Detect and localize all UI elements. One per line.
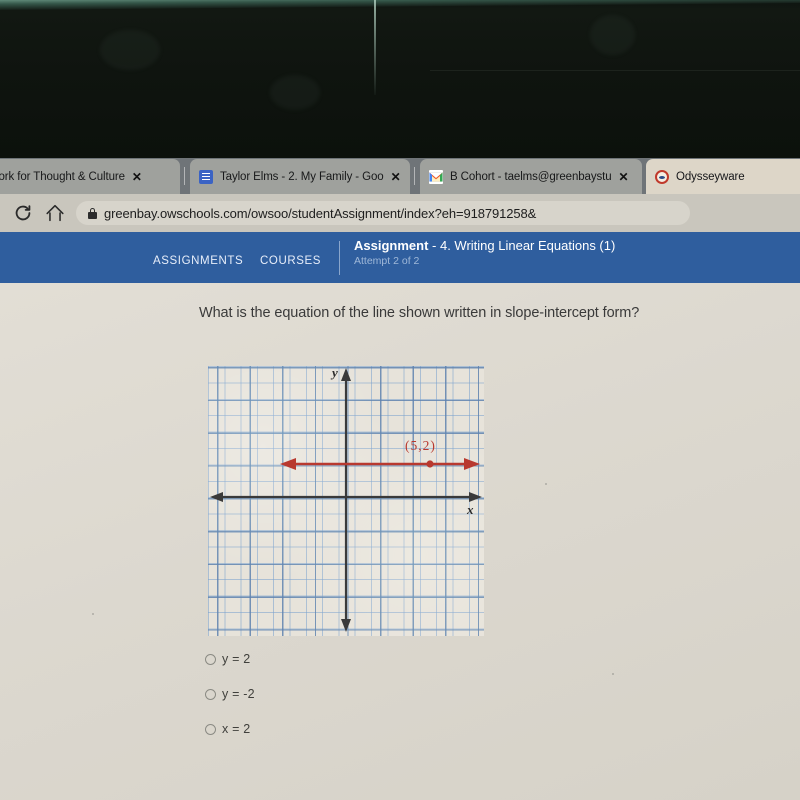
answer-option-label: y = 2 <box>222 652 251 666</box>
answer-option-1[interactable]: y = -2 <box>205 687 255 701</box>
browser-tab-strip: sswork for Thought & Culture ✕ Taylor El… <box>0 158 800 194</box>
google-docs-icon <box>199 169 213 184</box>
tab-separator <box>184 167 185 185</box>
tab-title: Taylor Elms - 2. My Family - Goo <box>220 170 384 183</box>
nav-divider <box>339 241 340 275</box>
bezel-smudge <box>270 75 320 110</box>
y-axis <box>341 368 351 632</box>
assignments-label: ASSIGNMENTS <box>153 255 244 267</box>
assignment-name: - 4. Writing Linear Equations (1) <box>432 238 616 253</box>
browser-tab-2[interactable]: B Cohort - taelms@greenbaystu ✕ <box>420 159 642 194</box>
tab-close-icon[interactable]: ✕ <box>132 171 142 183</box>
answer-option-0[interactable]: y = 2 <box>205 652 255 666</box>
assignment-heading: Assignment - 4. Writing Linear Equations… <box>354 238 615 267</box>
radio-button-icon[interactable] <box>205 723 216 735</box>
bezel-smudge <box>590 15 635 55</box>
browser-tab-0[interactable]: sswork for Thought & Culture ✕ <box>0 159 180 194</box>
browser-tab-3-active[interactable]: Odysseyware <box>646 159 800 194</box>
answer-option-2[interactable]: x = 2 <box>205 722 255 736</box>
bezel-seam <box>374 0 376 95</box>
y-axis-label: y <box>332 365 338 380</box>
url-text: greenbay.owschools.com/owsoo/studentAssi… <box>104 205 537 221</box>
tab-close-icon[interactable]: ✕ <box>391 171 401 183</box>
bezel-highlight-line <box>430 70 800 71</box>
bezel-smudge <box>100 30 160 70</box>
gmail-glyph <box>429 171 443 182</box>
tab-title: B Cohort - taelms@greenbaystu <box>450 170 612 183</box>
reload-icon[interactable] <box>12 202 34 224</box>
point-label: (5,2) <box>405 438 436 453</box>
attempt-status: Attempt 2 of 2 <box>354 255 420 267</box>
question-text: What is the equation of the line shown w… <box>199 305 640 321</box>
radio-button-icon[interactable] <box>205 688 216 700</box>
tab-title: Odysseyware <box>676 170 745 183</box>
line-y-equals-2 <box>280 458 480 470</box>
answer-option-label: x = 2 <box>222 722 251 736</box>
browser-toolbar: greenbay.owschools.com/owsoo/studentAssi… <box>0 194 800 232</box>
nav-item-assignments[interactable]: ASSIGNMENTS <box>153 251 243 269</box>
tab-title: sswork for Thought & Culture <box>0 170 125 183</box>
tab-separator <box>414 167 415 185</box>
odysseyware-icon <box>655 169 669 184</box>
monitor-bezel <box>0 0 800 158</box>
address-bar[interactable]: greenbay.owschools.com/owsoo/studentAssi… <box>76 201 690 225</box>
browser-tab-1[interactable]: Taylor Elms - 2. My Family - Goo ✕ <box>190 159 410 194</box>
gmail-icon <box>429 169 443 184</box>
tab-close-icon[interactable]: ✕ <box>619 171 629 183</box>
home-icon[interactable] <box>44 202 66 224</box>
radio-button-icon[interactable] <box>205 653 216 665</box>
app-nav-content: ASSIGNMENTS COURSES Assignment - 4. Writ… <box>0 232 800 283</box>
x-axis-label: x <box>467 502 474 517</box>
coordinate-graph: (5,2) y x <box>208 365 484 636</box>
lock-icon <box>88 207 97 219</box>
assignment-word: Assignment <box>354 238 429 253</box>
plotted-point-5-2 <box>426 460 434 468</box>
courses-label: COURSES <box>260 255 322 267</box>
bezel-top-glow <box>0 0 800 11</box>
assignment-title-row: Assignment - 4. Writing Linear Equations… <box>354 238 615 253</box>
graph-vector-layer <box>210 368 482 632</box>
answer-options-list: y = 2 y = -2 x = 2 <box>205 652 255 736</box>
answer-option-label: y = -2 <box>222 687 255 701</box>
screenshot-root: sswork for Thought & Culture ✕ Taylor El… <box>0 0 800 800</box>
nav-item-courses[interactable]: COURSES <box>260 251 321 269</box>
